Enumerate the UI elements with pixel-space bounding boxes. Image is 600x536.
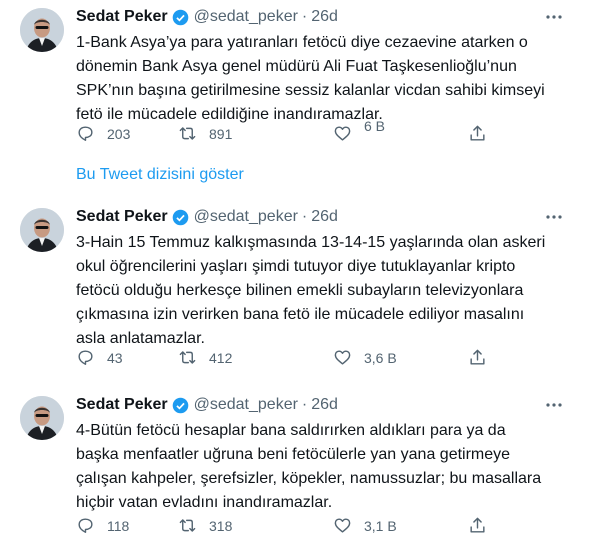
- share-button[interactable]: [468, 516, 487, 535]
- reply-icon: [78, 518, 93, 533]
- retweet-count: 891: [209, 125, 233, 142]
- reply-button[interactable]: 203: [76, 124, 130, 143]
- retweet-button[interactable]: 318: [178, 516, 232, 535]
- user-handle[interactable]: @sedat_peker: [194, 396, 298, 414]
- tweet-actions: 118 318 3,1 B: [76, 516, 496, 536]
- retweet-count: 318: [209, 517, 233, 534]
- show-thread-link[interactable]: Bu Tweet dizisini göster: [76, 166, 244, 184]
- display-name[interactable]: Sedat Peker: [76, 396, 168, 414]
- avatar[interactable]: [20, 8, 64, 52]
- reply-icon: [78, 350, 93, 365]
- share-icon: [470, 125, 485, 141]
- more-icon[interactable]: [544, 207, 564, 227]
- like-button[interactable]: 6 B: [333, 118, 385, 143]
- tweet-text: 3-Hain 15 Temmuz kalkışmasında 13-14-15 …: [76, 234, 546, 347]
- user-handle[interactable]: @sedat_peker: [194, 208, 298, 226]
- like-count: 3,1 B: [364, 517, 397, 534]
- reply-button[interactable]: 118: [76, 516, 129, 535]
- like-icon: [334, 518, 351, 533]
- share-icon: [470, 517, 485, 533]
- reply-count: 43: [107, 349, 123, 366]
- more-icon[interactable]: [544, 7, 564, 27]
- user-handle[interactable]: @sedat_peker: [194, 8, 298, 26]
- like-icon: [334, 350, 351, 365]
- share-icon: [470, 349, 485, 365]
- retweet-icon: [179, 519, 196, 532]
- display-name[interactable]: Sedat Peker: [76, 208, 168, 226]
- reply-icon: [78, 126, 93, 141]
- reply-button[interactable]: 43: [76, 348, 123, 367]
- avatar[interactable]: [20, 396, 64, 440]
- tweet-actions: 43 412 3,6 B: [76, 348, 496, 368]
- verified-icon: [172, 9, 188, 25]
- display-name[interactable]: Sedat Peker: [76, 8, 168, 26]
- separator-dot: ·: [301, 396, 308, 413]
- retweet-icon: [179, 127, 196, 140]
- tweet-actions: 203 891 6 B: [76, 118, 496, 144]
- retweet-button[interactable]: 891: [178, 124, 232, 143]
- tweet-text: 1-Bank Asya’ya para yatıranları fetöcü d…: [76, 34, 545, 123]
- retweet-count: 412: [209, 349, 233, 366]
- timestamp[interactable]: 26d: [311, 396, 338, 414]
- like-button[interactable]: 3,1 B: [333, 516, 397, 535]
- separator-dot: ·: [301, 8, 308, 25]
- more-icon[interactable]: [544, 395, 564, 415]
- timestamp[interactable]: 26d: [311, 208, 338, 226]
- like-icon: [334, 126, 351, 141]
- like-count: 3,6 B: [364, 349, 397, 366]
- share-button[interactable]: [468, 348, 487, 367]
- like-count: 6 B: [364, 117, 386, 134]
- share-button[interactable]: [468, 124, 487, 143]
- retweet-icon: [179, 351, 196, 364]
- reply-count: 118: [107, 517, 130, 534]
- avatar[interactable]: [20, 208, 64, 252]
- reply-count: 203: [107, 125, 131, 142]
- retweet-button[interactable]: 412: [178, 348, 232, 367]
- verified-icon: [172, 397, 188, 413]
- verified-icon: [172, 209, 188, 225]
- tweet-text: 4-Bütün fetöcü hesaplar bana saldırırken…: [76, 422, 542, 511]
- like-button[interactable]: 3,6 B: [333, 348, 397, 367]
- timestamp[interactable]: 26d: [311, 8, 338, 26]
- separator-dot: ·: [301, 208, 308, 225]
